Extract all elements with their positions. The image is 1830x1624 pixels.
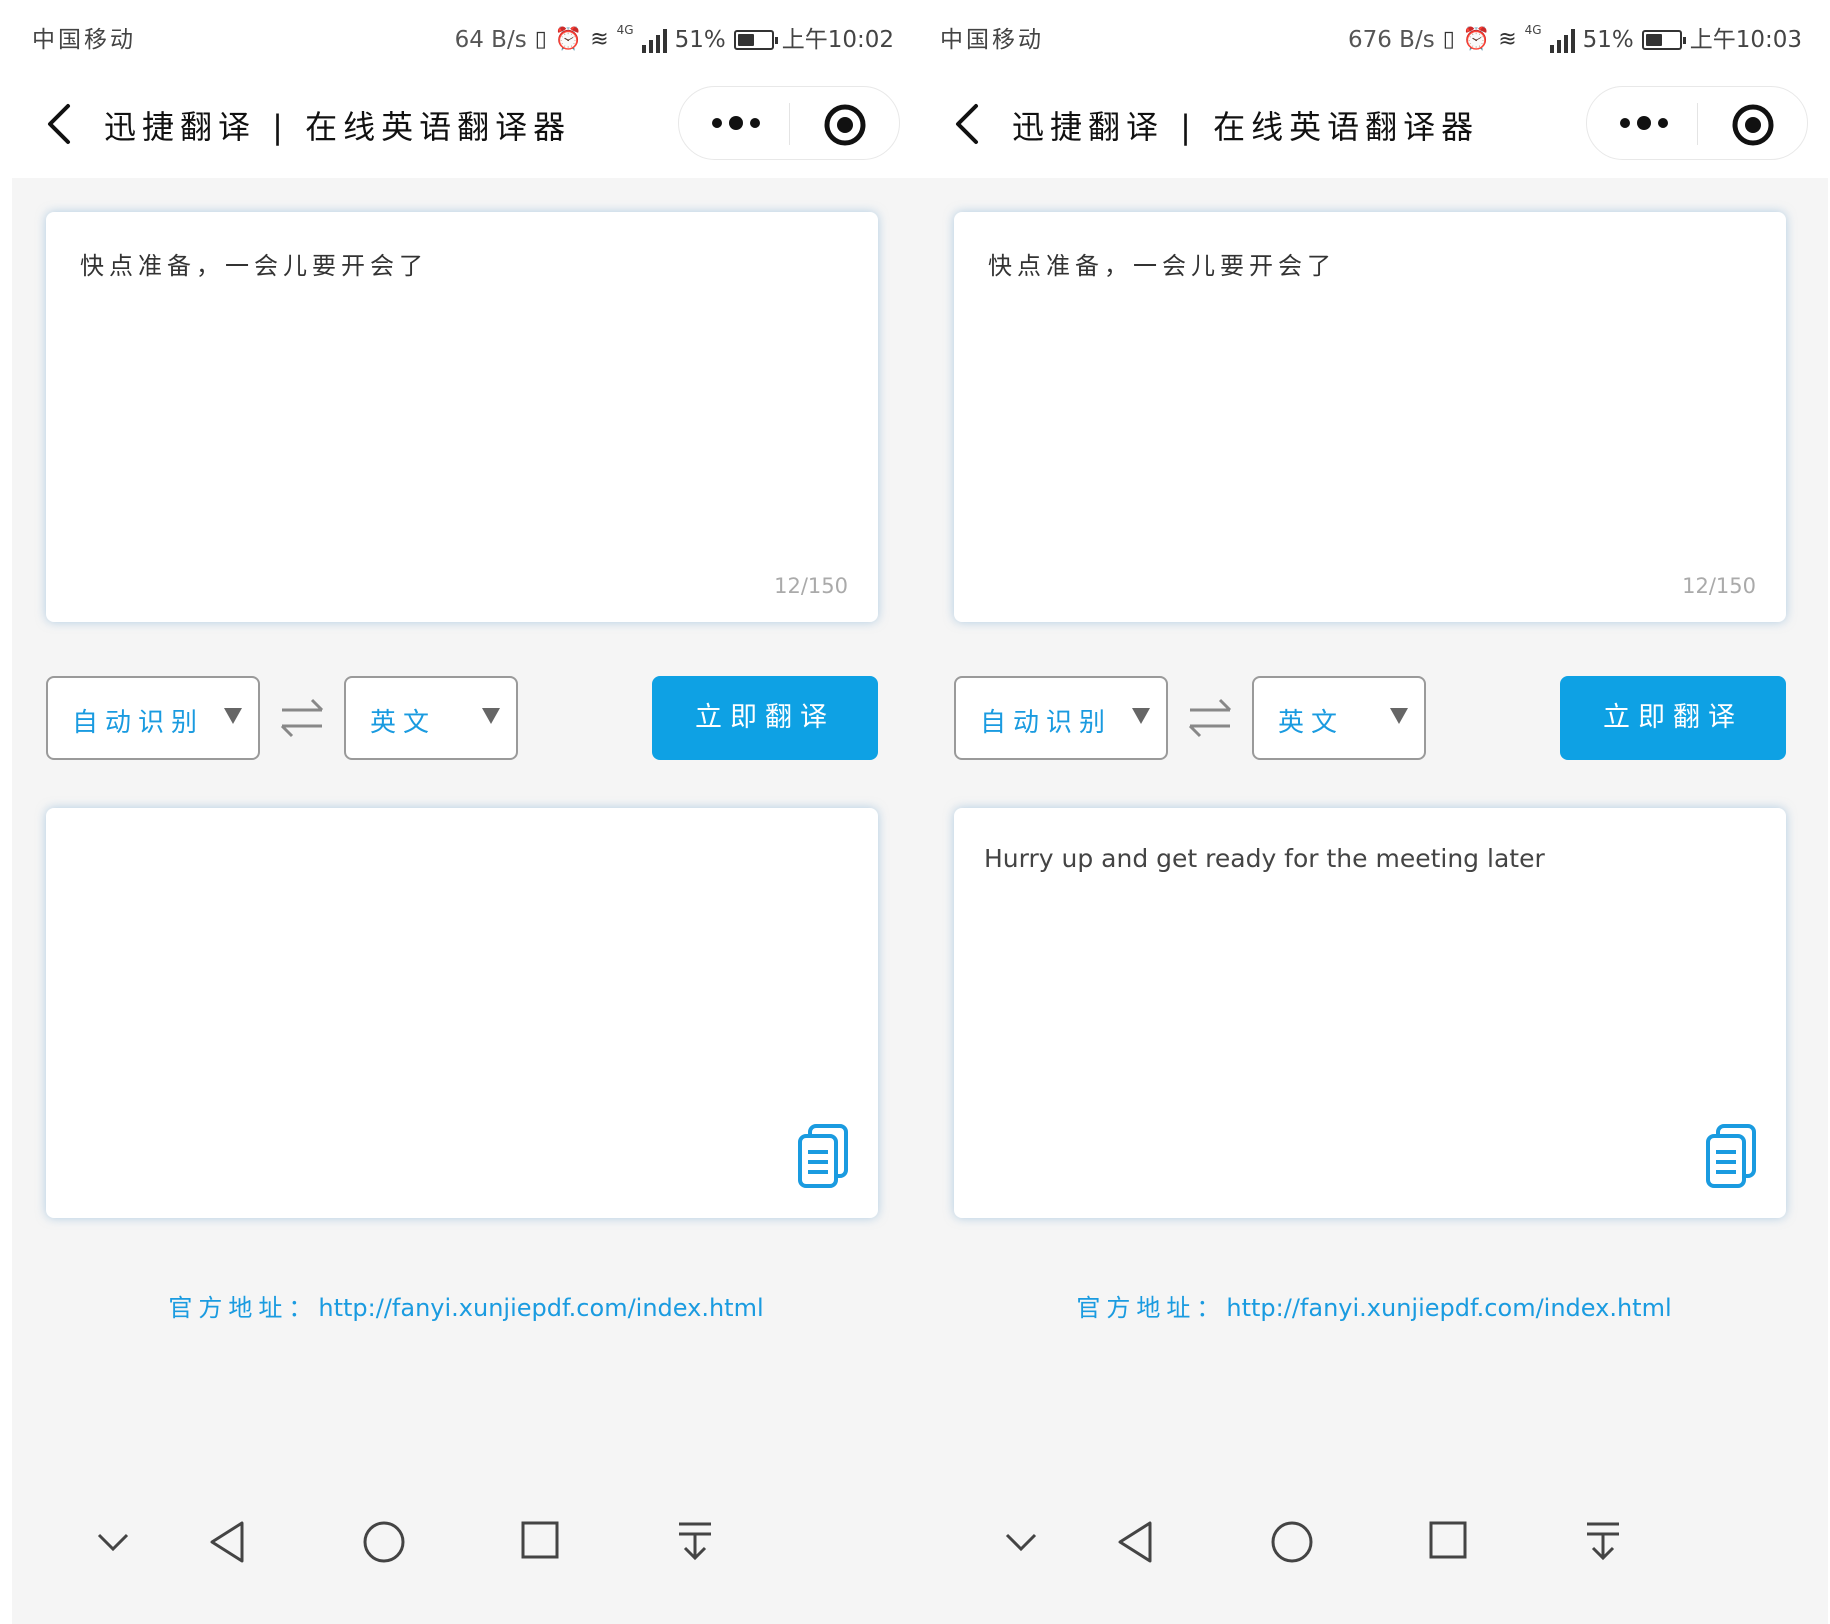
- recents-square-icon[interactable]: [520, 1520, 560, 1560]
- battery-icon: [733, 30, 778, 50]
- signal-icon: [1549, 27, 1575, 53]
- dropdown-arrow-icon: [224, 708, 242, 724]
- back-triangle-icon[interactable]: [1116, 1520, 1156, 1564]
- pull-down-icon[interactable]: [676, 1520, 714, 1562]
- target-language-label: 英文: [370, 708, 437, 738]
- official-address: 官方地址：http://fanyi.xunjiepdf.com/index.ht…: [920, 1288, 1828, 1323]
- signal-icon: [641, 27, 667, 53]
- back-triangle-icon[interactable]: [208, 1520, 248, 1564]
- more-dots-icon[interactable]: [711, 115, 761, 131]
- official-address-label: 官方地址：: [168, 1294, 319, 1322]
- chevron-down-icon[interactable]: [1004, 1532, 1038, 1552]
- source-text: 快点准备，一会儿要开会了: [988, 252, 1336, 280]
- system-nav-bar: [12, 1496, 920, 1616]
- carrier-label: 中国移动: [940, 27, 1044, 53]
- source-language-select[interactable]: 自动识别: [46, 676, 260, 760]
- clock: 上午10:03: [1689, 27, 1802, 53]
- language-controls: 自动识别 英文 立即翻译: [46, 676, 878, 762]
- official-address-url[interactable]: http://fanyi.xunjiepdf.com/index.html: [1226, 1294, 1671, 1322]
- translate-button[interactable]: 立即翻译: [1560, 676, 1786, 760]
- dropdown-arrow-icon: [1132, 708, 1150, 724]
- source-language-label: 自动识别: [72, 708, 205, 738]
- network-speed: 64 B/s: [454, 27, 527, 53]
- dropdown-arrow-icon: [1390, 708, 1408, 724]
- status-bar: 中国移动 64 B/s ▯ ⏰ ≋ 4G 51% 上午10:02: [12, 18, 920, 62]
- source-language-label: 自动识别: [980, 708, 1113, 738]
- home-circle-icon[interactable]: [362, 1520, 406, 1564]
- title-bar: 迅捷翻译 | 在线英语翻译器: [920, 82, 1828, 166]
- network-type: 4G: [1524, 23, 1542, 37]
- recents-square-icon[interactable]: [1428, 1520, 1468, 1560]
- target-circle-icon[interactable]: [823, 103, 867, 147]
- phone-screen-2: 中国移动 676 B/s ▯ ⏰ ≋ 4G 51% 上午10:03 迅捷翻译 |…: [920, 0, 1828, 1624]
- char-counter: 12/150: [1682, 574, 1756, 598]
- top-bar: 中国移动 64 B/s ▯ ⏰ ≋ 4G 51% 上午10:02 迅捷翻译 | …: [12, 0, 920, 178]
- top-bar: 中国移动 676 B/s ▯ ⏰ ≋ 4G 51% 上午10:03 迅捷翻译 |…: [920, 0, 1828, 178]
- official-address-url[interactable]: http://fanyi.xunjiepdf.com/index.html: [318, 1294, 763, 1322]
- wifi-icon: ≋: [1498, 27, 1517, 52]
- chevron-down-icon[interactable]: [96, 1532, 130, 1552]
- source-language-select[interactable]: 自动识别: [954, 676, 1168, 760]
- result-text-area: [46, 808, 878, 1218]
- page-title: 迅捷翻译 | 在线英语翻译器: [104, 108, 572, 146]
- result-text-area: Hurry up and get ready for the meeting l…: [954, 808, 1786, 1218]
- more-dots-icon[interactable]: [1619, 115, 1669, 131]
- status-bar: 中国移动 676 B/s ▯ ⏰ ≋ 4G 51% 上午10:03: [920, 18, 1828, 62]
- result-text: Hurry up and get ready for the meeting l…: [984, 844, 1545, 873]
- target-circle-icon[interactable]: [1731, 103, 1775, 147]
- battery-percent: 51%: [674, 27, 726, 53]
- network-type: 4G: [616, 23, 634, 37]
- copy-document-icon[interactable]: [796, 1122, 852, 1190]
- official-address-label: 官方地址：: [1076, 1294, 1227, 1322]
- clock: 上午10:02: [781, 27, 894, 53]
- wifi-icon: ≋: [590, 27, 609, 52]
- language-controls: 自动识别 英文 立即翻译: [954, 676, 1786, 762]
- battery-fill: [1645, 34, 1662, 46]
- translate-button[interactable]: 立即翻译: [652, 676, 878, 760]
- dropdown-arrow-icon: [482, 708, 500, 724]
- battery-fill: [737, 34, 754, 46]
- source-text-area[interactable]: 快点准备，一会儿要开会了 12/150: [46, 212, 878, 622]
- network-speed: 676 B/s: [1347, 27, 1435, 53]
- back-button[interactable]: [950, 100, 990, 148]
- main-content: 快点准备，一会儿要开会了 12/150 自动识别 英文 立即翻译 Hurry u…: [920, 178, 1828, 1610]
- vibrate-icon: ▯: [1442, 27, 1455, 52]
- copy-document-icon[interactable]: [1704, 1122, 1760, 1190]
- swap-arrows-icon[interactable]: [1186, 696, 1234, 740]
- system-nav-bar: [920, 1496, 1828, 1616]
- home-circle-icon[interactable]: [1270, 1520, 1314, 1564]
- back-button[interactable]: [42, 100, 82, 148]
- battery-percent: 51%: [1582, 27, 1634, 53]
- chevron-left-icon: [956, 104, 978, 144]
- battery-icon: [1641, 30, 1686, 50]
- vibrate-icon: ▯: [534, 27, 547, 52]
- phone-screen-1: 中国移动 64 B/s ▯ ⏰ ≋ 4G 51% 上午10:02 迅捷翻译 | …: [12, 0, 920, 1624]
- capsule-divider: [789, 103, 790, 145]
- swap-arrows-icon[interactable]: [278, 696, 326, 740]
- source-text-area[interactable]: 快点准备，一会儿要开会了 12/150: [954, 212, 1786, 622]
- alarm-icon: ⏰: [1462, 27, 1491, 52]
- mini-program-capsule: [678, 86, 900, 160]
- capsule-divider: [1697, 103, 1698, 145]
- carrier-label: 中国移动: [32, 27, 136, 53]
- page-title: 迅捷翻译 | 在线英语翻译器: [1012, 108, 1480, 146]
- target-language-select[interactable]: 英文: [1252, 676, 1426, 760]
- source-text: 快点准备，一会儿要开会了: [80, 252, 428, 280]
- char-counter: 12/150: [774, 574, 848, 598]
- target-language-select[interactable]: 英文: [344, 676, 518, 760]
- chevron-left-icon: [48, 104, 70, 144]
- mini-program-capsule: [1586, 86, 1808, 160]
- pull-down-icon[interactable]: [1584, 1520, 1622, 1562]
- title-bar: 迅捷翻译 | 在线英语翻译器: [12, 82, 920, 166]
- alarm-icon: ⏰: [554, 27, 583, 52]
- official-address: 官方地址：http://fanyi.xunjiepdf.com/index.ht…: [12, 1288, 920, 1323]
- main-content: 快点准备，一会儿要开会了 12/150 自动识别 英文 立即翻译 官方地址：ht…: [12, 178, 920, 1610]
- target-language-label: 英文: [1278, 708, 1345, 738]
